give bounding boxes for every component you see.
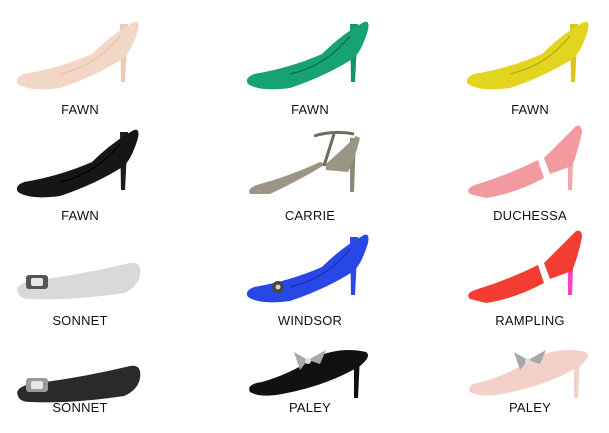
shoe-image (16, 21, 139, 90)
product-name: FAWN (511, 102, 549, 117)
shoe-image (466, 21, 589, 90)
shoe-image (17, 262, 141, 300)
shoe-image (246, 234, 369, 303)
product-card[interactable]: PALEY (450, 326, 609, 426)
shoe-shape (17, 262, 141, 300)
shoe-shape (468, 230, 582, 303)
shoe-shape (469, 350, 588, 398)
shoe-counter (544, 230, 582, 279)
product-name: FAWN (61, 208, 99, 223)
shoe-image (17, 365, 141, 403)
product-name: PALEY (509, 400, 551, 415)
shoe-shape (16, 129, 139, 198)
product-card[interactable]: FAWN (230, 10, 390, 117)
bow-jewel (305, 358, 311, 364)
shoe-body (246, 21, 369, 90)
product-card[interactable]: RAMPLING (450, 223, 609, 328)
bow-jewel (275, 284, 281, 290)
shoe-image (469, 350, 588, 398)
shoe-body (249, 350, 368, 396)
shoe-image (249, 350, 368, 398)
product-name: PALEY (289, 400, 331, 415)
shoe-toe (249, 162, 326, 194)
product-name: SONNET (52, 400, 108, 415)
shoe-body (246, 234, 369, 303)
shoe-shape (16, 21, 139, 90)
shoe-body (466, 21, 589, 90)
shoe-image (468, 125, 582, 198)
shoe-image (249, 130, 360, 194)
product-card[interactable]: PALEY (230, 326, 390, 426)
shoe-vamp (468, 265, 544, 303)
shoe-shape (246, 21, 369, 90)
product-name: FAWN (61, 102, 99, 117)
product-name: CARRIE (284, 208, 336, 223)
shoe-image (16, 129, 139, 198)
shoe-body (469, 350, 588, 396)
product-card[interactable]: DUCHESSA (450, 118, 609, 223)
bow-jewel (525, 358, 531, 364)
product-grid: FAWN FAWN FAWN FAWN CARRIE DUCHESSA SONN… (0, 0, 609, 433)
shoe-image (468, 230, 582, 303)
shoe-shape (468, 125, 582, 198)
product-card[interactable]: SONNET (0, 326, 160, 426)
product-card[interactable]: WINDSOR (230, 223, 390, 328)
buckle-jewel (31, 381, 43, 389)
product-card[interactable]: FAWN (0, 118, 160, 223)
product-card[interactable]: CARRIE (230, 118, 390, 223)
shoe-body (16, 129, 139, 198)
shoe-shape (17, 365, 141, 403)
product-name: DUCHESSA (493, 208, 567, 223)
shoe-image (246, 21, 369, 90)
shoe-vamp (468, 160, 544, 198)
product-card[interactable]: FAWN (450, 10, 609, 117)
shoe-shape (466, 21, 589, 90)
buckle-jewel (31, 278, 43, 286)
product-card[interactable]: SONNET (0, 223, 160, 328)
shoe-counter (544, 125, 582, 174)
shoe-shape (249, 350, 368, 398)
product-name: FAWN (291, 102, 329, 117)
shoe-shape (246, 234, 369, 303)
shoe-body (16, 21, 139, 90)
product-card[interactable]: FAWN (0, 10, 160, 117)
shoe-shape (249, 130, 360, 194)
